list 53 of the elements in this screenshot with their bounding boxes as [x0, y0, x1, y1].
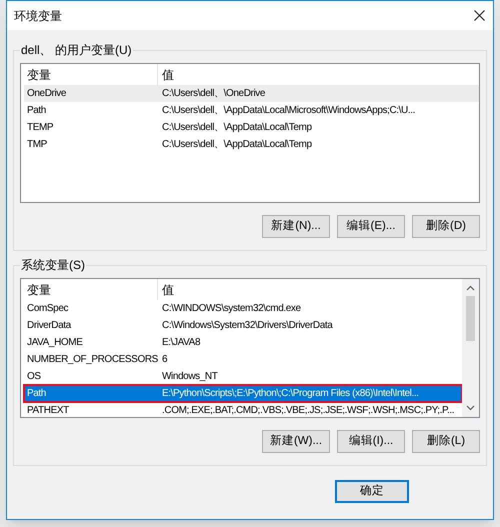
variable-value: C:\Users\dell、\AppData\Local\Temp [161, 138, 312, 152]
scroll-up-icon[interactable] [466, 285, 475, 291]
variable-name: JAVA_HOME [26, 336, 84, 350]
variable-name: PATHEXT [26, 404, 70, 418]
variable-value: C:\Users\dell、\AppData\Local\Microsoft\WindowsApps;C:\U... [161, 104, 416, 118]
variable-row[interactable]: ComSpec C:\WINDOWS\system32\cmd.exe [24, 300, 462, 317]
variable-name: TMP [26, 138, 48, 152]
dialog-button[interactable]: 删除(L) [412, 430, 480, 453]
variable-name: TEMP [26, 121, 54, 135]
variable-value: .COM;.EXE;.BAT;.CMD;.VBS;.VBE;.JS;.JSE;.WSF;.WSH;.MSC;.PY;.P... [161, 404, 454, 418]
variable-name: NUMBER_OF_PROCESSORS [26, 353, 158, 367]
variable-name: Path [26, 104, 47, 118]
variable-value: E:\JAVA8 [161, 336, 200, 350]
dialog-button[interactable]: 新建(W)... [262, 430, 330, 453]
scroll-down-icon[interactable] [466, 405, 475, 411]
variable-row[interactable]: OS Windows_NT [24, 368, 462, 385]
variable-name: Path [26, 387, 47, 401]
variable-row[interactable]: PATHEXT .COM;.EXE;.BAT;.CMD;.VBS;.VBE;.JS;.JSE;.WSF;.WSH;.MSC;.PY;.P... [24, 402, 462, 419]
close-icon[interactable] [474, 10, 485, 21]
window-title: 环境变量 [14, 8, 62, 24]
variable-row[interactable]: Path E:\Python\Scripts\;E:\Python\;C:\Program Files (x86)\Intel\Intel... [24, 385, 462, 402]
column-header[interactable]: 值 [158, 279, 462, 300]
variable-list[interactable]: 变量 值 OneDrive C:\Users\dell、\OneDrive Path C:\Users\dell、\AppData\Local\Microsoft\WindowsApps;C:\U... TEMP C:\Users\dell、\AppData\Local\Temp TMP C:\Users\dell、\AppData\Local\Temp [20, 63, 480, 203]
variable-value: E:\Python\Scripts\;E:\Python\;C:\Program Files (x86)\Intel\Intel... [161, 387, 419, 401]
variable-name: OneDrive [26, 87, 68, 101]
variable-row[interactable]: TMP C:\Users\dell、\AppData\Local\Temp [24, 136, 479, 153]
variable-row[interactable]: TEMP C:\Users\dell、\AppData\Local\Temp [24, 119, 479, 136]
variable-value: C:\Users\dell、\AppData\Local\Temp [161, 121, 312, 135]
variable-row[interactable]: DriverData C:\Windows\System32\Drivers\DriverData [24, 317, 462, 334]
dialog-button[interactable]: 删除(D) [412, 215, 480, 238]
ok-button[interactable]: 确定 [335, 480, 409, 503]
variable-value: 6 [161, 353, 168, 367]
dialog-button[interactable]: 编辑(I)... [337, 430, 405, 453]
variable-row[interactable]: NUMBER_OF_PROCESSORS 6 [24, 351, 462, 368]
group-label: 系统变量(S) [20, 257, 86, 273]
variable-value: Windows_NT [161, 370, 218, 384]
column-header[interactable]: 变量 [24, 279, 158, 300]
dialog-button[interactable]: 新建(N)... [262, 215, 330, 238]
column-header[interactable]: 值 [158, 64, 479, 85]
variable-row[interactable]: Path C:\Users\dell、\AppData\Local\Microsoft\WindowsApps;C:\U... [24, 102, 479, 119]
variable-value: C:\WINDOWS\system32\cmd.exe [161, 302, 301, 316]
variable-list[interactable] [20, 278, 480, 418]
variable-row[interactable]: JAVA_HOME E:\JAVA8 [24, 334, 462, 351]
scroll-thumb[interactable] [466, 296, 475, 341]
variable-name: DriverData [26, 319, 72, 333]
group-label: dell、 的用户变量(U) [20, 42, 133, 58]
dialog-button[interactable]: 编辑(E)... [337, 215, 405, 238]
variable-name: ComSpec [26, 302, 70, 316]
variable-row[interactable]: OneDrive C:\Users\dell、\OneDrive [24, 85, 479, 102]
scrollbar[interactable] [462, 279, 479, 417]
variable-value: C:\Windows\System32\Drivers\DriverData [161, 319, 332, 333]
variable-name: OS [26, 370, 42, 384]
variable-value: C:\Users\dell、\OneDrive [161, 87, 266, 101]
